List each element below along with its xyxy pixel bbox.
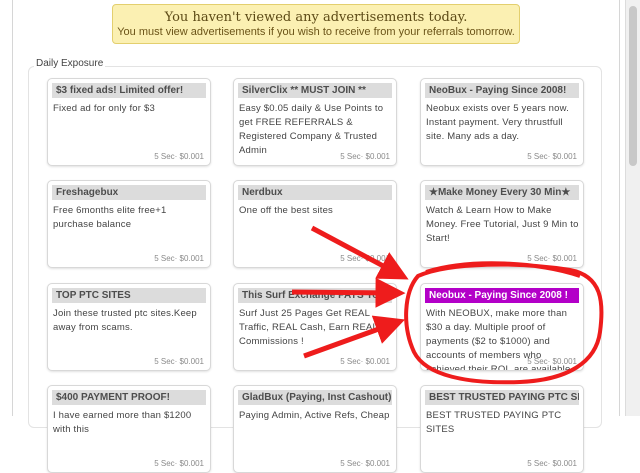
ad-title[interactable]: Neobux - Paying Since 2008 ! [425, 288, 579, 303]
ad-meta: 5 Sec· $0.001 [154, 357, 204, 366]
ad-title[interactable]: NeoBux - Paying Since 2008! [425, 83, 579, 98]
ad-title[interactable]: This Surf Exchange PAYS You ! [238, 288, 392, 303]
ad-title[interactable]: $400 PAYMENT PROOF! [52, 390, 206, 405]
ad-card[interactable]: NeoBux - Paying Since 2008! Neobux exist… [420, 78, 584, 166]
ad-card[interactable]: SilverClix ** MUST JOIN ** Easy $0.05 da… [233, 78, 397, 166]
ad-description: Watch & Learn How to Make Money. Free Tu… [426, 205, 579, 244]
ad-meta: 5 Sec· $0.001 [340, 459, 390, 468]
ad-description: Surf Just 25 Pages Get REAL Traffic, REA… [239, 308, 378, 347]
ad-title[interactable]: SilverClix ** MUST JOIN ** [238, 83, 392, 98]
ad-card[interactable]: Nerdbux One off the best sites 5 Sec· $0… [233, 180, 397, 268]
ad-meta: 5 Sec· $0.001 [154, 459, 204, 468]
notice-banner: You haven't viewed any advertisements to… [112, 4, 520, 44]
ad-title[interactable]: $3 fixed ads! Limited offer! [52, 83, 206, 98]
ad-title[interactable]: GladBux (Paying, Inst Cashout) [238, 390, 392, 405]
ad-card[interactable]: Freshagebux Free 6months elite free+1 pu… [47, 180, 211, 268]
ad-title[interactable]: Freshagebux [52, 185, 206, 200]
ad-description: Join these trusted ptc sites.Keep away f… [53, 308, 197, 333]
notice-subtitle: You must view advertisements if you wish… [117, 26, 515, 38]
ad-card[interactable]: TOP PTC SITES Join these trusted ptc sit… [47, 283, 211, 371]
ad-title[interactable]: ★Make Money Every 30 Min★ [425, 185, 579, 200]
ad-description: Free 6months elite free+1 purchase balan… [53, 205, 167, 230]
ad-description: I have earned more than $1200 with this [53, 410, 192, 435]
ad-meta: 5 Sec· $0.001 [154, 254, 204, 263]
ad-title[interactable]: Nerdbux [238, 185, 392, 200]
ad-meta: 5 Sec· $0.001 [527, 254, 577, 263]
ad-meta: 5 Sec· $0.001 [527, 152, 577, 161]
ad-meta: 5 Sec· $0.001 [340, 254, 390, 263]
ad-meta: 5 Sec· $0.001 [340, 357, 390, 366]
section-label: Daily Exposure [34, 58, 106, 69]
ad-meta: 5 Sec· $0.001 [527, 459, 577, 468]
ad-description: BEST TRUSTED PAYING PTC SITES [426, 410, 562, 435]
ad-card[interactable]: GladBux (Paying, Inst Cashout) Paying Ad… [233, 385, 397, 473]
ad-description: One off the best sites [239, 205, 334, 216]
vertical-scrollbar[interactable] [625, 0, 640, 416]
ad-card[interactable]: $400 PAYMENT PROOF! I have earned more t… [47, 385, 211, 473]
ad-card[interactable]: $3 fixed ads! Limited offer! Fixed ad fo… [47, 78, 211, 166]
ad-meta: 5 Sec· $0.001 [154, 152, 204, 161]
ad-meta: 5 Sec· $0.001 [340, 152, 390, 161]
ad-description: Easy $0.05 daily & Use Points to get FRE… [239, 103, 384, 156]
notice-title: You haven't viewed any advertisements to… [164, 10, 468, 25]
ad-description: Neobux exists over 5 years now. Instant … [426, 103, 569, 142]
ad-description: Fixed ad for only for $3 [53, 103, 155, 114]
ad-card[interactable]: ★Make Money Every 30 Min★ Watch & Learn … [420, 180, 584, 268]
ad-title[interactable]: TOP PTC SITES [52, 288, 206, 303]
scroll-thumb[interactable] [629, 6, 637, 166]
ad-description: Paying Admin, Active Refs, Cheap [239, 410, 390, 421]
ad-card[interactable]: This Surf Exchange PAYS You ! Surf Just … [233, 283, 397, 371]
ad-card[interactable]: BEST TRUSTED PAYING PTC SITES BEST TRUST… [420, 385, 584, 473]
ad-meta: 5 Sec· $0.001 [527, 357, 577, 366]
ad-title[interactable]: BEST TRUSTED PAYING PTC SITES [425, 390, 579, 405]
ad-card-highlighted[interactable]: Neobux - Paying Since 2008 ! With NEOBUX… [420, 283, 584, 371]
